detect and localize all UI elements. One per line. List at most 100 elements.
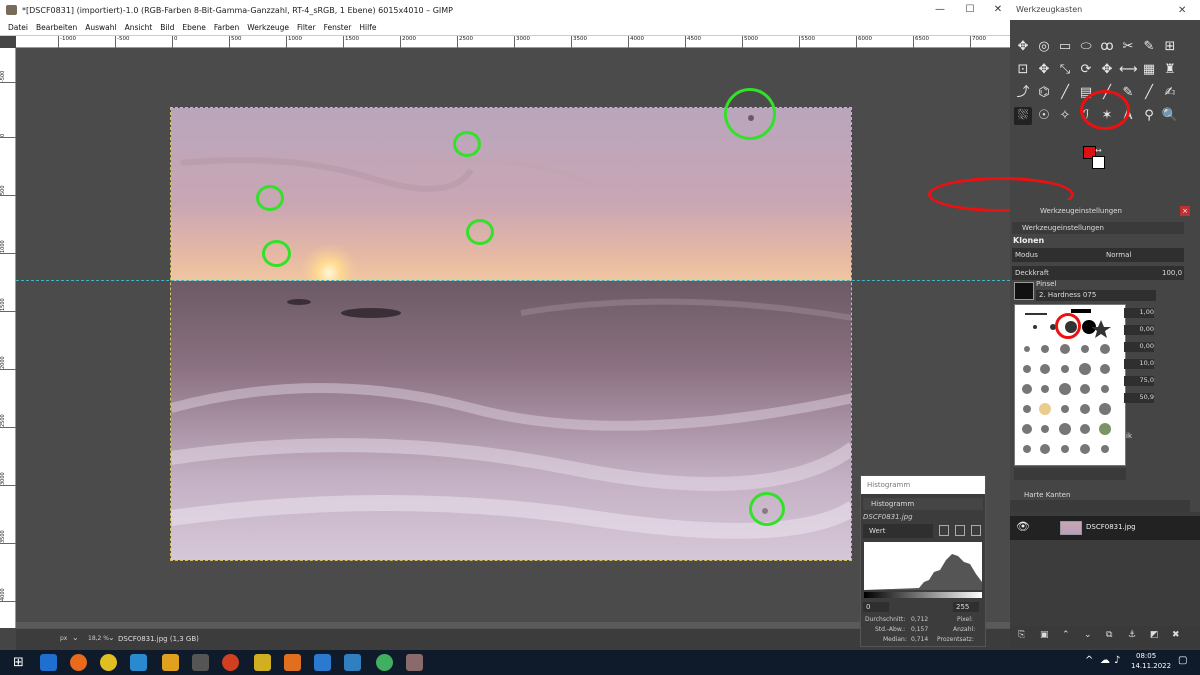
brush-name-field[interactable]: 2. Hardness 075 — [1036, 290, 1156, 301]
chevron-down-icon[interactable]: ⌄ — [72, 633, 79, 642]
tool-button[interactable]: ✧ — [1056, 107, 1074, 125]
tool-button[interactable]: ☉ — [1035, 107, 1053, 125]
close-button[interactable]: ✕ — [983, 0, 1013, 20]
network-icon[interactable]: ☁ — [1100, 655, 1110, 666]
volume-icon[interactable]: ♪ — [1114, 655, 1120, 666]
maximize-button[interactable]: ☐ — [955, 0, 985, 20]
app-icon[interactable] — [314, 654, 331, 671]
menu-ebene[interactable]: Ebene — [182, 23, 205, 32]
tab-tool-options[interactable]: Werkzeugeinstellungen — [1012, 222, 1184, 234]
tool-button[interactable]: ✥ — [1014, 38, 1032, 56]
option-value[interactable]: 75,0 — [1124, 376, 1154, 386]
menu-ansicht[interactable]: Ansicht — [125, 23, 153, 32]
raise-layer-icon[interactable]: ⌃ — [1062, 630, 1070, 640]
app-icon[interactable] — [162, 654, 179, 671]
chevron-down-icon[interactable]: ⌄ — [108, 633, 115, 642]
swap-colors-icon[interactable]: ↔ — [1095, 146, 1102, 155]
menu-filter[interactable]: Filter — [297, 23, 316, 32]
unit-selector[interactable]: px — [60, 635, 67, 642]
chrome-icon[interactable] — [100, 654, 117, 671]
brush-preview[interactable] — [1014, 282, 1034, 300]
background-color-swatch[interactable] — [1092, 156, 1105, 169]
duplicate-layer-icon[interactable]: ⧉ — [1106, 630, 1112, 640]
menu-farben[interactable]: Farben — [214, 23, 239, 32]
menu-bild[interactable]: Bild — [160, 23, 174, 32]
app-icon[interactable] — [376, 654, 393, 671]
app-icon[interactable] — [130, 654, 147, 671]
mask-icon[interactable]: ◩ — [1150, 630, 1159, 640]
tool-button[interactable]: ꝏ — [1098, 38, 1116, 56]
new-layer-icon[interactable]: ⎘ — [1018, 630, 1025, 640]
menu-datei[interactable]: Datei — [8, 23, 28, 32]
tool-button[interactable]: ╱ — [1140, 84, 1158, 102]
eye-icon[interactable]: 👁 — [1016, 520, 1030, 533]
tool-button[interactable]: ♜ — [1161, 61, 1179, 79]
app-icon[interactable] — [344, 654, 361, 671]
horizontal-ruler[interactable]: -1000 -500 0 500 1000 1500 2000 2500 300… — [16, 36, 1010, 48]
gimp-taskbar-icon[interactable] — [406, 654, 423, 671]
linear-histogram-icon[interactable] — [939, 525, 949, 536]
tool-button[interactable]: ⊡ — [1014, 61, 1032, 79]
tool-button[interactable]: ⤴ — [1014, 84, 1032, 102]
menu-auswahl[interactable]: Auswahl — [85, 23, 116, 32]
tool-button[interactable]: ✎ — [1140, 38, 1158, 56]
tool-button[interactable]: ╱ — [1056, 84, 1074, 102]
tray-chevron-icon[interactable]: ^ — [1085, 655, 1093, 666]
tool-button[interactable]: ⚲ — [1140, 107, 1158, 125]
tool-button[interactable]: ⬭ — [1077, 38, 1095, 56]
tool-button[interactable]: ▭ — [1056, 38, 1074, 56]
file-explorer-icon[interactable] — [40, 654, 57, 671]
tool-button[interactable]: ▦ — [1140, 61, 1158, 79]
tool-button[interactable]: ✍ — [1161, 84, 1179, 102]
option-value[interactable]: 10,0 — [1124, 359, 1154, 369]
opacity-slider[interactable]: Deckkraft 100,0 — [1012, 266, 1184, 280]
tool-button[interactable]: ✥ — [1098, 61, 1116, 79]
close-icon[interactable]: × — [1180, 206, 1190, 216]
range-max-input[interactable]: 255 — [953, 602, 979, 612]
layer-row[interactable]: 👁 DSCF0831.jpg — [1010, 516, 1200, 540]
horizontal-guide[interactable] — [16, 280, 1010, 281]
tool-button[interactable]: ⛆ — [1014, 107, 1032, 125]
firefox-icon[interactable] — [70, 654, 87, 671]
option-value[interactable]: 0,00 — [1124, 325, 1154, 335]
app-icon[interactable] — [284, 654, 301, 671]
tool-button[interactable]: ✂ — [1119, 38, 1137, 56]
range-min-input[interactable]: 0 — [863, 602, 889, 612]
tool-button[interactable]: ◎ — [1035, 38, 1053, 56]
tool-button[interactable]: ⟳ — [1077, 61, 1095, 79]
menu-hilfe[interactable]: Hilfe — [359, 23, 376, 32]
anchor-icon[interactable]: ⚓ — [1128, 630, 1136, 640]
menu-fenster[interactable]: Fenster — [324, 23, 352, 32]
hard-edges-checkbox[interactable]: Harte Kanten — [1024, 491, 1070, 499]
channel-icon[interactable] — [971, 525, 981, 536]
delete-layer-icon[interactable]: ✖ — [1172, 630, 1180, 640]
mode-select[interactable]: Normal — [1106, 248, 1131, 262]
windows-start-icon[interactable]: ⊞ — [10, 654, 27, 671]
tool-button[interactable]: ⊞ — [1161, 38, 1179, 56]
notification-icon[interactable]: ▢ — [1178, 655, 1187, 666]
toolbox-close-button[interactable]: ✕ — [1178, 5, 1186, 16]
tool-button[interactable]: 🔍 — [1161, 107, 1179, 125]
log-histogram-icon[interactable] — [955, 525, 965, 536]
menu-bearbeiten[interactable]: Bearbeiten — [36, 23, 77, 32]
zoom-selector[interactable]: 18,2 % — [88, 635, 109, 642]
lower-layer-icon[interactable]: ⌄ — [1084, 630, 1092, 640]
clock-date[interactable]: 14.11.2022 — [1131, 662, 1171, 670]
option-value[interactable]: 1,00 — [1124, 308, 1154, 318]
vertical-ruler[interactable]: -500 0 500 1000 1500 2000 2500 3000 3500… — [0, 48, 16, 628]
app-icon[interactable] — [222, 654, 239, 671]
tab-histogram[interactable]: Histogramm — [863, 498, 983, 510]
layer-name[interactable]: DSCF0831.jpg — [1086, 523, 1136, 531]
menu-werkzeuge[interactable]: Werkzeuge — [247, 23, 289, 32]
channel-select[interactable]: Wert — [863, 524, 933, 538]
option-value[interactable]: 50,9 — [1124, 393, 1154, 403]
tool-button[interactable]: ⤡ — [1056, 61, 1074, 79]
opacity-value[interactable]: 100,0 — [1162, 266, 1182, 280]
brush-picker-toolbar[interactable] — [1014, 468, 1126, 480]
tool-button[interactable]: ✥ — [1035, 61, 1053, 79]
new-group-icon[interactable]: ▣ — [1040, 630, 1049, 640]
mode-row[interactable]: Modus Normal — [1012, 248, 1184, 262]
photo-image[interactable] — [170, 107, 852, 561]
tool-button[interactable]: ⟷ — [1119, 61, 1138, 79]
tool-button[interactable]: ⌬ — [1035, 84, 1053, 102]
